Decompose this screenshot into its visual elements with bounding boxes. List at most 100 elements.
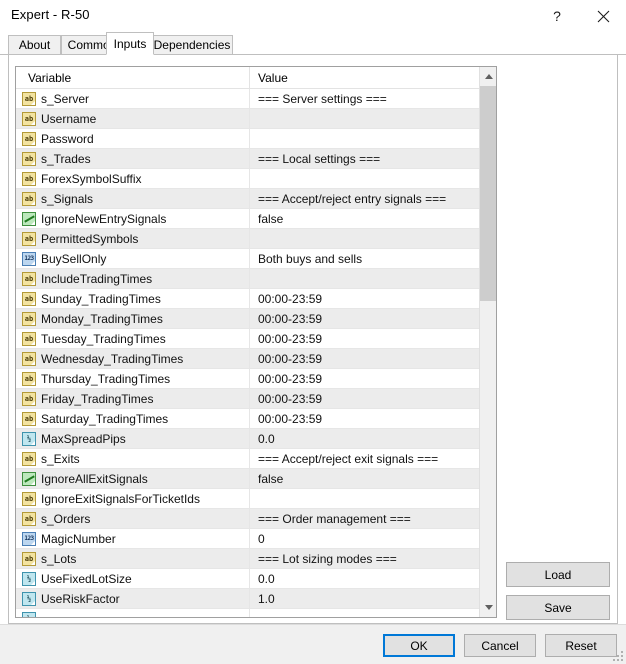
row-value-cell[interactable] bbox=[249, 129, 496, 148]
row-value-cell[interactable]: 00:00-23:59 bbox=[249, 409, 496, 428]
table-row[interactable]: ab s_Orders === Order management === bbox=[16, 509, 496, 529]
row-value-cell[interactable] bbox=[249, 269, 496, 288]
row-variable-cell[interactable]: ½ MaxSpreadPips bbox=[16, 429, 249, 448]
row-value-cell[interactable]: false bbox=[249, 469, 496, 488]
row-variable-cell[interactable]: ab s_Lots bbox=[16, 549, 249, 568]
row-value-cell[interactable]: === Accept/reject entry signals === bbox=[249, 189, 496, 208]
ok-button[interactable]: OK bbox=[383, 634, 455, 657]
row-value-cell[interactable] bbox=[249, 609, 496, 617]
table-row[interactable]: ab Friday_TradingTimes 00:00-23:59 bbox=[16, 389, 496, 409]
row-variable-cell[interactable]: ab s_Orders bbox=[16, 509, 249, 528]
table-row[interactable]: ab Thursday_TradingTimes 00:00-23:59 bbox=[16, 369, 496, 389]
column-header-value[interactable]: Value bbox=[249, 67, 496, 89]
row-value-cell[interactable]: === Server settings === bbox=[249, 89, 496, 108]
table-row[interactable]: ab s_Exits === Accept/reject exit signals … bbox=[16, 449, 496, 469]
row-variable-cell[interactable]: 123 MagicNumber bbox=[16, 529, 249, 548]
table-row[interactable]: ab Wednesday_TradingTimes 00:00-23:59 bbox=[16, 349, 496, 369]
table-row[interactable]: ab IncludeTradingTimes bbox=[16, 269, 496, 289]
table-row[interactable]: ab s_Signals === Accept/reject entry signa… bbox=[16, 189, 496, 209]
tab-about[interactable]: About bbox=[8, 35, 61, 54]
row-value-cell[interactable]: Both buys and sells bbox=[249, 249, 496, 268]
table-row[interactable]: ab Username bbox=[16, 109, 496, 129]
table-row[interactable]: ab ForexSymbolSuffix bbox=[16, 169, 496, 189]
row-variable-cell[interactable]: ab Password bbox=[16, 129, 249, 148]
load-button[interactable]: Load bbox=[506, 562, 610, 587]
row-value-cell[interactable]: 00:00-23:59 bbox=[249, 289, 496, 308]
vertical-scrollbar[interactable] bbox=[479, 67, 496, 617]
tab-inputs[interactable]: Inputs bbox=[106, 32, 154, 55]
scrollbar-thumb[interactable] bbox=[480, 86, 496, 301]
table-row[interactable]: ab Sunday_TradingTimes 00:00-23:59 bbox=[16, 289, 496, 309]
row-variable-cell[interactable]: IgnoreAllExitSignals bbox=[16, 469, 249, 488]
row-variable-cell[interactable]: ½ UseRiskFactor bbox=[16, 589, 249, 608]
row-variable-cell[interactable]: ½ UseFixedLotSize bbox=[16, 569, 249, 588]
cancel-button[interactable]: Cancel bbox=[464, 634, 536, 657]
row-value-cell[interactable]: 0 bbox=[249, 529, 496, 548]
table-row[interactable]: 123 BuySellOnly Both buys and sells bbox=[16, 249, 496, 269]
column-header-variable[interactable]: Variable bbox=[16, 67, 249, 89]
row-value-cell[interactable]: 00:00-23:59 bbox=[249, 389, 496, 408]
reset-button[interactable]: Reset bbox=[545, 634, 617, 657]
table-row[interactable]: ab s_Trades === Local settings === bbox=[16, 149, 496, 169]
string-type-icon: ab bbox=[22, 131, 36, 146]
table-row[interactable]: IgnoreNewEntrySignals false bbox=[16, 209, 496, 229]
table-row[interactable]: ab Password bbox=[16, 129, 496, 149]
close-button[interactable] bbox=[580, 0, 626, 32]
table-row[interactable]: ½ UseFixedLotSize 0.0 bbox=[16, 569, 496, 589]
row-variable-cell[interactable]: ab Monday_TradingTimes bbox=[16, 309, 249, 328]
table-row[interactable]: ab Tuesday_TradingTimes 00:00-23:59 bbox=[16, 329, 496, 349]
row-value-cell[interactable]: 1.0 bbox=[249, 589, 496, 608]
row-variable-cell[interactable]: ab s_Trades bbox=[16, 149, 249, 168]
row-value-cell[interactable]: 00:00-23:59 bbox=[249, 349, 496, 368]
row-variable-cell[interactable]: ab Tuesday_TradingTimes bbox=[16, 329, 249, 348]
table-row[interactable]: ab Monday_TradingTimes 00:00-23:59 bbox=[16, 309, 496, 329]
table-row[interactable]: ab s_Server === Server settings === bbox=[16, 89, 496, 109]
inputs-list[interactable]: Variable Value ab s_Server === Server sett… bbox=[15, 66, 497, 618]
table-row[interactable]: ab IgnoreExitSignalsForTicketIds bbox=[16, 489, 496, 509]
table-row[interactable]: ab PermittedSymbols bbox=[16, 229, 496, 249]
row-variable-cell[interactable]: ab Wednesday_TradingTimes bbox=[16, 349, 249, 368]
table-row[interactable]: IgnoreAllExitSignals false bbox=[16, 469, 496, 489]
table-row[interactable]: ab s_Lots === Lot sizing modes === bbox=[16, 549, 496, 569]
row-variable-cell[interactable]: ab s_Server bbox=[16, 89, 249, 108]
row-variable-cell[interactable]: ab IgnoreExitSignalsForTicketIds bbox=[16, 489, 249, 508]
row-value-cell[interactable] bbox=[249, 169, 496, 188]
row-variable-cell[interactable]: ab ForexSymbolSuffix bbox=[16, 169, 249, 188]
row-variable-cell[interactable]: ½ bbox=[16, 609, 249, 617]
row-variable-cell[interactable]: 123 BuySellOnly bbox=[16, 249, 249, 268]
row-variable-cell[interactable]: ab Friday_TradingTimes bbox=[16, 389, 249, 408]
row-value-cell[interactable]: === Local settings === bbox=[249, 149, 496, 168]
row-variable-cell[interactable]: ab s_Exits bbox=[16, 449, 249, 468]
row-value-cell[interactable] bbox=[249, 109, 496, 128]
row-value-cell[interactable]: === Accept/reject exit signals === bbox=[249, 449, 496, 468]
scroll-down-icon[interactable] bbox=[480, 598, 496, 617]
row-variable-cell[interactable]: ab PermittedSymbols bbox=[16, 229, 249, 248]
table-row[interactable]: ab Saturday_TradingTimes 00:00-23:59 bbox=[16, 409, 496, 429]
save-button[interactable]: Save bbox=[506, 595, 610, 620]
help-button[interactable]: ? bbox=[534, 0, 580, 32]
row-variable-cell[interactable]: ab Saturday_TradingTimes bbox=[16, 409, 249, 428]
row-value-cell[interactable]: 00:00-23:59 bbox=[249, 369, 496, 388]
table-row[interactable]: ½ bbox=[16, 609, 496, 617]
row-variable-cell[interactable]: IgnoreNewEntrySignals bbox=[16, 209, 249, 228]
row-value-cell[interactable] bbox=[249, 489, 496, 508]
row-value-cell[interactable]: 0.0 bbox=[249, 569, 496, 588]
table-row[interactable]: ½ UseRiskFactor 1.0 bbox=[16, 589, 496, 609]
row-variable-cell[interactable]: ab s_Signals bbox=[16, 189, 249, 208]
scroll-up-icon[interactable] bbox=[480, 67, 496, 86]
row-value-cell[interactable]: 0.0 bbox=[249, 429, 496, 448]
row-value-cell[interactable]: === Order management === bbox=[249, 509, 496, 528]
row-variable-cell[interactable]: ab Thursday_TradingTimes bbox=[16, 369, 249, 388]
tab-dependencies[interactable]: Dependencies bbox=[151, 35, 233, 54]
table-row[interactable]: ½ MaxSpreadPips 0.0 bbox=[16, 429, 496, 449]
row-value-cell[interactable]: === Lot sizing modes === bbox=[249, 549, 496, 568]
row-value-cell[interactable] bbox=[249, 229, 496, 248]
row-value-cell[interactable]: false bbox=[249, 209, 496, 228]
row-variable-cell[interactable]: ab Username bbox=[16, 109, 249, 128]
row-value-cell[interactable]: 00:00-23:59 bbox=[249, 309, 496, 328]
table-row[interactable]: 123 MagicNumber 0 bbox=[16, 529, 496, 549]
row-variable-cell[interactable]: ab Sunday_TradingTimes bbox=[16, 289, 249, 308]
row-variable-name: s_Server bbox=[41, 91, 90, 106]
row-value-cell[interactable]: 00:00-23:59 bbox=[249, 329, 496, 348]
row-variable-cell[interactable]: ab IncludeTradingTimes bbox=[16, 269, 249, 288]
